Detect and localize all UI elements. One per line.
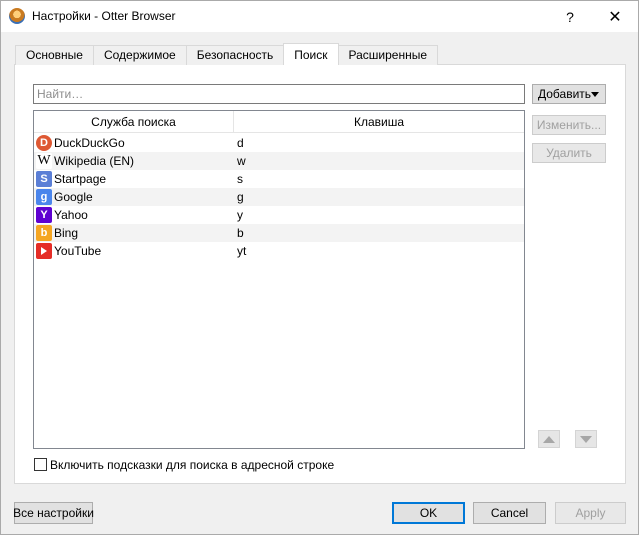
engine-name: DuckDuckGo bbox=[54, 136, 125, 150]
all-settings-button[interactable]: Все настройки bbox=[13, 502, 94, 524]
table-row[interactable]: g Google g bbox=[34, 188, 524, 206]
duckduckgo-icon: D bbox=[36, 135, 52, 151]
close-button[interactable]: ✕ bbox=[592, 1, 638, 32]
table-row[interactable]: S Startpage s bbox=[34, 170, 524, 188]
engine-keyword: b bbox=[237, 226, 244, 240]
engine-name: Startpage bbox=[54, 172, 107, 186]
otter-browser-icon bbox=[9, 8, 25, 24]
tab-advanced[interactable]: Расширенные bbox=[337, 45, 439, 65]
column-header-keyword[interactable]: Клавиша bbox=[234, 111, 524, 133]
engine-name: Wikipedia (EN) bbox=[54, 154, 135, 168]
apply-button[interactable]: Apply bbox=[555, 502, 626, 524]
search-suggestions-label[interactable]: Включить подсказки для поиска в адресной… bbox=[50, 458, 334, 472]
engine-keyword: y bbox=[237, 208, 243, 222]
engine-keyword: g bbox=[237, 190, 244, 204]
title-bar: Настройки - Otter Browser ? ✕ bbox=[1, 1, 638, 32]
search-suggestions-checkbox[interactable] bbox=[34, 458, 47, 471]
window-title: Настройки - Otter Browser bbox=[32, 9, 176, 23]
delete-button[interactable]: Удалить bbox=[532, 143, 606, 163]
engine-keyword: d bbox=[237, 136, 244, 150]
youtube-icon bbox=[36, 243, 52, 259]
startpage-icon: S bbox=[36, 171, 52, 187]
table-row[interactable]: W Wikipedia (EN) w bbox=[34, 152, 524, 170]
table-row[interactable]: Y Yahoo y bbox=[34, 206, 524, 224]
edit-button[interactable]: Изменить... bbox=[532, 115, 606, 135]
ok-button[interactable]: OK bbox=[392, 502, 465, 524]
yahoo-icon: Y bbox=[36, 207, 52, 223]
tab-privacy[interactable]: Безопасность bbox=[185, 45, 285, 65]
engine-name: Bing bbox=[54, 226, 79, 240]
engine-keyword: yt bbox=[237, 244, 247, 258]
google-icon: g bbox=[36, 189, 52, 205]
engine-name: Yahoo bbox=[54, 208, 88, 222]
search-input[interactable] bbox=[33, 84, 525, 104]
move-down-button[interactable] bbox=[575, 430, 597, 448]
cancel-button[interactable]: Cancel bbox=[473, 502, 546, 524]
table-row[interactable]: D DuckDuckGo d bbox=[34, 134, 524, 152]
settings-window: Настройки - Otter Browser ? ✕ Основные С… bbox=[0, 0, 639, 535]
tab-search[interactable]: Поиск bbox=[283, 43, 339, 65]
wikipedia-icon: W bbox=[36, 153, 52, 169]
move-up-button[interactable] bbox=[538, 430, 560, 448]
arrow-up-icon bbox=[543, 435, 555, 443]
add-button-label: Добавить bbox=[538, 87, 592, 101]
dropdown-arrow-icon bbox=[591, 92, 599, 97]
tab-general[interactable]: Основные bbox=[15, 45, 94, 65]
table-row[interactable]: YouTube yt bbox=[34, 242, 524, 260]
tab-content[interactable]: Содержимое bbox=[92, 45, 187, 65]
arrow-down-icon bbox=[580, 435, 592, 443]
search-engines-table[interactable]: Служба поиска Клавиша D DuckDuckGo d W W… bbox=[33, 110, 525, 449]
bing-icon: b bbox=[36, 225, 52, 241]
engine-keyword: s bbox=[237, 172, 243, 186]
help-button[interactable]: ? bbox=[547, 1, 593, 32]
column-header-engine[interactable]: Служба поиска bbox=[34, 111, 234, 133]
engine-keyword: w bbox=[237, 154, 246, 168]
add-button[interactable]: Добавить bbox=[532, 84, 606, 104]
tab-bar: Основные Содержимое Безопасность Поиск Р… bbox=[15, 43, 439, 65]
engine-name: YouTube bbox=[54, 244, 102, 258]
table-row[interactable]: b Bing b bbox=[34, 224, 524, 242]
engine-name: Google bbox=[54, 190, 93, 204]
table-header: Служба поиска Клавиша bbox=[34, 111, 524, 133]
